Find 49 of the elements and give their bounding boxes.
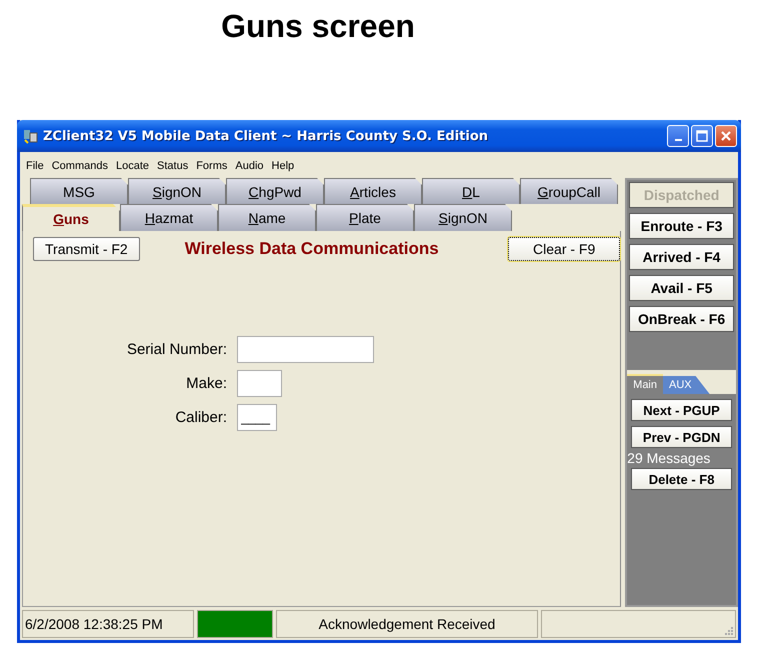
form-heading: Wireless Data Communications [184, 239, 440, 259]
tab[interactable]: Guns [22, 204, 120, 231]
message-button[interactable]: Next - PGUP [631, 399, 732, 421]
status-message: Acknowledgement Received [276, 610, 538, 638]
transmit-button[interactable]: Transmit - F2 [33, 237, 140, 261]
input-field[interactable] [237, 336, 374, 363]
status-button[interactable]: OnBreak - F6 [629, 306, 734, 332]
field-label: Serial Number: [126, 341, 227, 358]
tab[interactable]: ChgPwd [226, 178, 324, 204]
menu-item[interactable]: Help [272, 160, 294, 172]
page-title: Guns screen [220, 8, 416, 45]
status-button[interactable]: Avail - F5 [629, 275, 734, 301]
tab[interactable]: Articles [324, 178, 422, 204]
menu-item[interactable]: Audio [235, 160, 264, 172]
input-field[interactable]: ____ [237, 404, 277, 431]
tab[interactable]: SignON [414, 204, 512, 231]
menu-item[interactable]: Status [157, 160, 188, 172]
message-count: 29 Messages [627, 450, 712, 466]
minimize-icon [674, 139, 682, 141]
clear-button[interactable]: Clear - F9 [508, 237, 620, 261]
tab[interactable]: DL [422, 178, 520, 204]
maximize-button[interactable] [691, 125, 713, 147]
window-title: ZClient32 V5 Mobile Data Client ~ Harris County S.O. Edition [43, 128, 490, 144]
field-label: Caliber: [175, 409, 227, 426]
close-button[interactable] [715, 125, 737, 147]
side-tab[interactable]: Main [627, 374, 663, 394]
menu-item[interactable]: Forms [196, 160, 228, 172]
side-tab[interactable]: AUX [663, 376, 710, 394]
tab[interactable]: MSG [30, 178, 128, 204]
menu-item[interactable]: Locate [116, 160, 150, 172]
resize-grip-icon [724, 626, 734, 636]
status-button[interactable]: Enroute - F3 [629, 213, 734, 239]
input-field[interactable] [237, 370, 282, 397]
menu-item[interactable]: Commands [52, 160, 108, 172]
status-button[interactable]: Arrived - F4 [629, 244, 734, 270]
tab[interactable]: Hazmat [120, 204, 218, 231]
maximize-icon [696, 130, 708, 142]
close-icon [720, 130, 732, 142]
field-label: Make: [186, 375, 227, 392]
tab[interactable]: Name [218, 204, 316, 231]
tab[interactable]: Plate [316, 204, 414, 231]
status-datetime: 6/2/2008 12:38:25 PM [22, 610, 194, 638]
message-button[interactable]: Prev - PGDN [631, 426, 732, 448]
tab[interactable]: SignON [128, 178, 226, 204]
tab[interactable]: GroupCall [520, 178, 618, 204]
menu-item[interactable]: File [26, 160, 44, 172]
delete-button[interactable]: Delete - F8 [631, 468, 732, 490]
minimize-button[interactable] [667, 125, 689, 147]
app-icon [23, 128, 39, 144]
